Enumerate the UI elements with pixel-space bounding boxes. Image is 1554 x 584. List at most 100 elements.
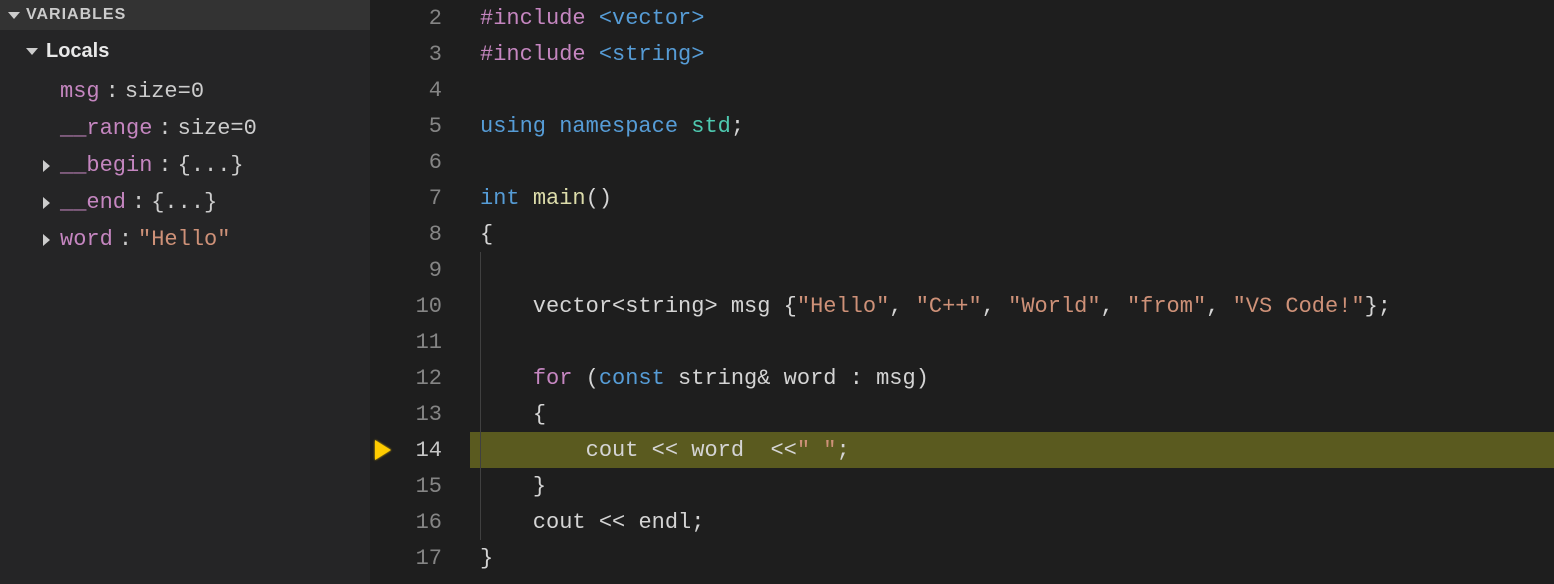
chevron-right-icon[interactable]: [40, 160, 54, 172]
code-line[interactable]: int main(): [470, 180, 1554, 216]
line-number[interactable]: 17: [370, 540, 470, 576]
line-number[interactable]: 7: [370, 180, 470, 216]
code-token: vector: [480, 294, 612, 319]
code-token: "VS Code!": [1233, 294, 1365, 319]
scope-locals-header[interactable]: Locals: [0, 30, 370, 73]
line-number[interactable]: 6: [370, 144, 470, 180]
line-number[interactable]: 5: [370, 108, 470, 144]
code-token: &: [757, 366, 783, 391]
code-token: "from": [1127, 294, 1206, 319]
code-token: #include: [480, 6, 599, 31]
colon: :: [106, 79, 119, 104]
chevron-down-icon: [8, 12, 20, 19]
code-token: main: [533, 186, 586, 211]
code-editor[interactable]: 234567891011121314151617 #include <vecto…: [370, 0, 1554, 584]
section-title: VARIABLES: [26, 6, 126, 24]
code-token: }: [480, 546, 493, 571]
code-token: string: [678, 366, 757, 391]
code-line[interactable]: cout << word <<" ";: [470, 432, 1554, 468]
code-line[interactable]: #include <vector>: [470, 0, 1554, 36]
code-token: msg: [876, 366, 916, 391]
code-token: namespace: [559, 114, 691, 139]
variable-value: size=0: [178, 116, 257, 141]
variable-name: __begin: [60, 153, 152, 178]
variables-list: msg: size=0__range: size=0__begin: {...}…: [0, 73, 370, 258]
scope-label: Locals: [46, 40, 109, 63]
variable-name: msg: [60, 79, 100, 104]
code-line[interactable]: }: [470, 540, 1554, 576]
code-token: {: [533, 402, 546, 427]
code-token: cout: [480, 510, 599, 535]
code-token: cout: [480, 438, 652, 463]
line-number[interactable]: 16: [370, 504, 470, 540]
code-token: ;: [731, 114, 744, 139]
code-token: {: [784, 294, 797, 319]
variable-row[interactable]: word: "Hello": [0, 221, 370, 258]
code-line[interactable]: #include <string>: [470, 36, 1554, 72]
code-line[interactable]: for (const string& word : msg): [470, 360, 1554, 396]
code-token: };: [1365, 294, 1391, 319]
chevron-right-icon[interactable]: [40, 234, 54, 246]
code-line[interactable]: vector<string> msg {"Hello", "C++", "Wor…: [470, 288, 1554, 324]
variable-value: size=0: [125, 79, 204, 104]
line-number[interactable]: 3: [370, 36, 470, 72]
line-number[interactable]: 4: [370, 72, 470, 108]
line-number[interactable]: 13: [370, 396, 470, 432]
code-line[interactable]: [470, 252, 1554, 288]
code-token: <: [612, 294, 625, 319]
code-area[interactable]: #include <vector>#include <string> using …: [470, 0, 1554, 584]
line-number[interactable]: 2: [370, 0, 470, 36]
code-token: #include: [480, 42, 599, 67]
colon: :: [158, 116, 171, 141]
variables-section-header[interactable]: VARIABLES: [0, 0, 370, 30]
colon: :: [158, 153, 171, 178]
code-token: const: [599, 366, 678, 391]
code-token: word: [691, 438, 770, 463]
code-token: "C++": [916, 294, 982, 319]
code-token: ,: [1101, 294, 1127, 319]
code-token: ,: [889, 294, 915, 319]
variable-value: {...}: [178, 153, 244, 178]
code-line[interactable]: [470, 72, 1554, 108]
code-token: :: [850, 366, 876, 391]
code-token: (): [586, 186, 612, 211]
line-number[interactable]: 8: [370, 216, 470, 252]
code-token: using: [480, 114, 559, 139]
indent-guide: [480, 252, 481, 288]
code-token: msg: [731, 294, 784, 319]
code-token: ;: [691, 510, 704, 535]
line-number[interactable]: 9: [370, 252, 470, 288]
code-line[interactable]: {: [470, 216, 1554, 252]
variable-name: __range: [60, 116, 152, 141]
variable-row[interactable]: __range: size=0: [0, 110, 370, 147]
code-token: "Hello": [797, 294, 889, 319]
code-token: string: [625, 294, 704, 319]
code-token: <<: [770, 438, 796, 463]
line-number[interactable]: 15: [370, 468, 470, 504]
line-number[interactable]: 10: [370, 288, 470, 324]
variable-name: word: [60, 227, 113, 252]
variable-row[interactable]: msg: size=0: [0, 73, 370, 110]
variable-value: "Hello": [138, 227, 230, 252]
code-token: <<: [599, 510, 639, 535]
code-token: }: [533, 474, 546, 499]
code-line[interactable]: [470, 144, 1554, 180]
variable-row[interactable]: __end: {...}: [0, 184, 370, 221]
code-line[interactable]: using namespace std;: [470, 108, 1554, 144]
code-line[interactable]: }: [470, 468, 1554, 504]
code-line[interactable]: {: [470, 396, 1554, 432]
line-number[interactable]: 11: [370, 324, 470, 360]
colon: :: [132, 190, 145, 215]
variable-row[interactable]: __begin: {...}: [0, 147, 370, 184]
colon: :: [119, 227, 132, 252]
code-token: word: [784, 366, 850, 391]
debug-sidebar: VARIABLES Locals msg: size=0__range: siz…: [0, 0, 370, 584]
line-number[interactable]: 12: [370, 360, 470, 396]
chevron-right-icon[interactable]: [40, 197, 54, 209]
code-token: ): [916, 366, 929, 391]
chevron-down-icon: [26, 48, 38, 55]
code-token: int: [480, 186, 533, 211]
line-gutter: 234567891011121314151617: [370, 0, 470, 584]
code-line[interactable]: cout << endl;: [470, 504, 1554, 540]
code-line[interactable]: [470, 324, 1554, 360]
